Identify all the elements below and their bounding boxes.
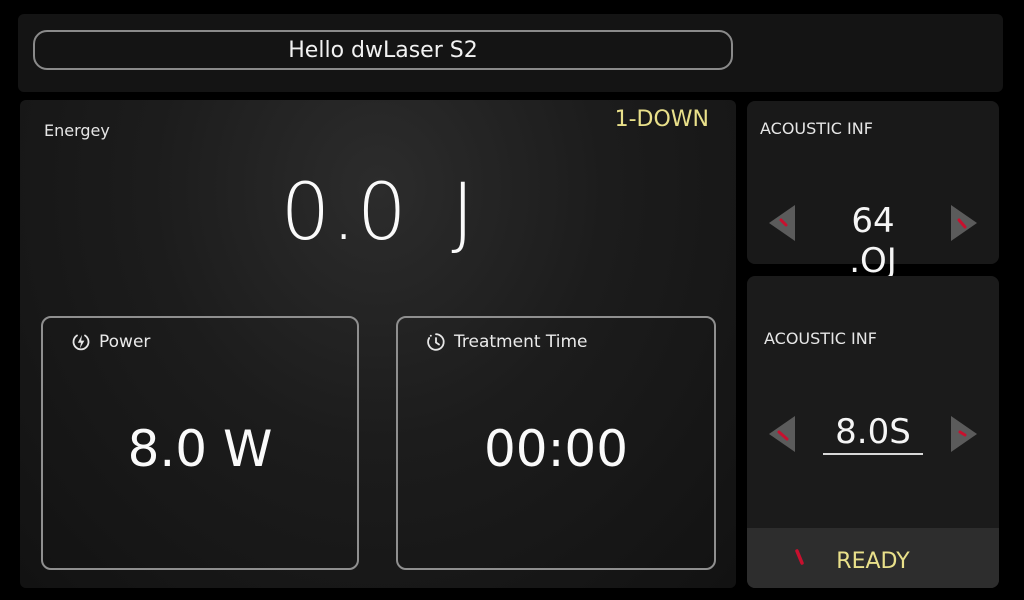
power-value: 8.0 W	[127, 420, 273, 478]
acoustic-panel-energy: ACOUSTIC INF 64 .OJ	[747, 101, 999, 284]
status-indicator-icon	[795, 549, 804, 565]
app-screen: Hello dwLaser S2 Energey 1-DOWN 0.0 J Po…	[0, 0, 1024, 600]
treatment-time-header: Treatment Time	[426, 332, 588, 352]
acoustic-time-value[interactable]: 8.0S	[823, 412, 923, 455]
energy-label: Energey	[44, 121, 110, 140]
mode-indicator[interactable]: 1-DOWN	[615, 107, 709, 132]
header-bar: Hello dwLaser S2	[18, 14, 1003, 92]
ready-button[interactable]: READY	[747, 528, 999, 588]
energy-value: 0.0 J	[280, 168, 476, 258]
treatment-time-value: 00:00	[483, 420, 629, 478]
treatment-time-label: Treatment Time	[454, 332, 588, 352]
acoustic-title: ACOUSTIC INF	[764, 329, 877, 348]
treatment-time-card[interactable]: Treatment Time 00:00	[396, 316, 716, 570]
increase-arrow-icon[interactable]	[949, 414, 979, 454]
decrease-arrow-icon[interactable]	[767, 203, 797, 243]
ready-status: READY	[836, 548, 910, 574]
power-card[interactable]: Power 8.0 W	[41, 316, 359, 570]
acoustic-title: ACOUSTIC INF	[760, 119, 873, 138]
acoustic-energy-value[interactable]: 64 .OJ	[823, 201, 923, 284]
acoustic-panel-time: ACOUSTIC INF 8.0S READY	[747, 276, 999, 588]
device-title: Hello dwLaser S2	[33, 30, 733, 70]
power-bolt-icon	[72, 334, 90, 351]
increase-arrow-icon[interactable]	[949, 203, 979, 243]
power-label: Power	[99, 332, 151, 352]
acoustic-energy-stepper: 64 .OJ	[767, 199, 979, 284]
energy-panel: Energey 1-DOWN 0.0 J Power 8.0 W Treatme…	[20, 100, 736, 588]
decrease-arrow-icon[interactable]	[767, 414, 797, 454]
clock-icon	[427, 333, 445, 351]
power-card-header: Power	[71, 332, 150, 352]
acoustic-time-stepper: 8.0S	[767, 410, 979, 462]
